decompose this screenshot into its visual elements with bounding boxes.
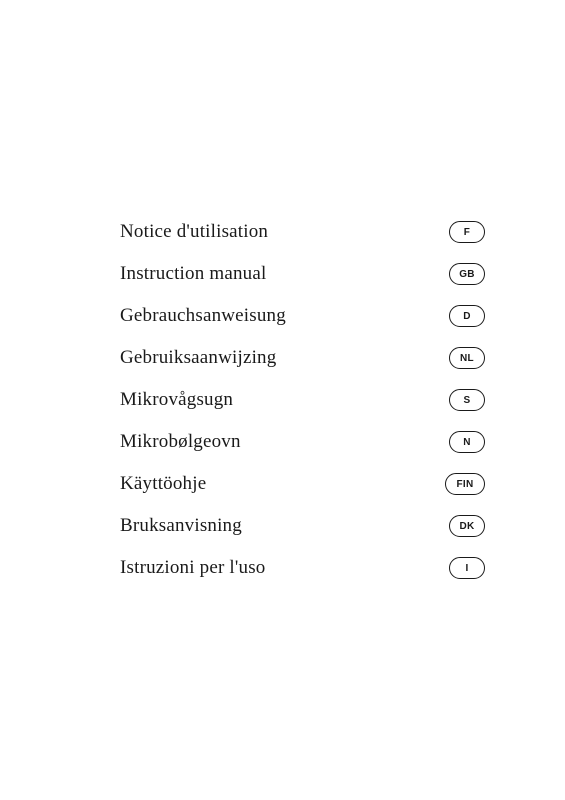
manual-label: Gebruiksaanwijzing (120, 347, 276, 369)
lang-badge: NL (449, 347, 485, 369)
page: Notice d'utilisation F Instruction manual G… (0, 0, 565, 800)
manual-list: Notice d'utilisation F Instruction manual G… (120, 211, 485, 589)
manual-item: Käyttöohje FIN (120, 463, 485, 505)
manual-label: Käyttöohje (120, 473, 206, 495)
manual-label: Mikrovågsugn (120, 389, 233, 411)
manual-label: Instruction manual (120, 263, 266, 285)
manual-item: Gebrauchsanweisung D (120, 295, 485, 337)
manual-item: Notice d'utilisation F (120, 211, 485, 253)
manual-label: Notice d'utilisation (120, 221, 268, 243)
manual-label: Gebrauchsanweisung (120, 305, 286, 327)
lang-badge: DK (449, 515, 485, 537)
manual-label: Mikrobølgeovn (120, 431, 241, 453)
manual-item: Mikrovågsugn S (120, 379, 485, 421)
lang-badge: N (449, 431, 485, 453)
lang-badge: D (449, 305, 485, 327)
lang-badge: S (449, 389, 485, 411)
manual-item: Instruction manual GB (120, 253, 485, 295)
manual-item: Mikrobølgeovn N (120, 421, 485, 463)
lang-badge: FIN (445, 473, 485, 495)
manual-item: Gebruiksaanwijzing NL (120, 337, 485, 379)
manual-label: Istruzioni per l'uso (120, 557, 265, 579)
lang-badge: F (449, 221, 485, 243)
manual-item: Bruksanvisning DK (120, 505, 485, 547)
manual-item: Istruzioni per l'uso I (120, 547, 485, 589)
lang-badge: GB (449, 263, 485, 285)
lang-badge: I (449, 557, 485, 579)
manual-label: Bruksanvisning (120, 515, 242, 537)
